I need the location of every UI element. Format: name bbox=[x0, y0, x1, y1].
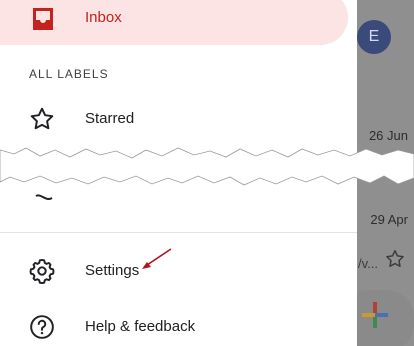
drawer-item-help[interactable]: Help & feedback bbox=[0, 304, 357, 346]
drawer-item-starred-label: Starred bbox=[85, 110, 135, 127]
drawer-item-inbox-label: Inbox bbox=[85, 9, 122, 26]
annotation-arrow-icon bbox=[142, 248, 172, 269]
drawer-item-starred[interactable]: Starred bbox=[0, 96, 357, 142]
gear-icon bbox=[29, 258, 55, 284]
torn-edge-separator bbox=[0, 147, 414, 186]
inbox-icon bbox=[33, 8, 53, 30]
drawer-item-help-label: Help & feedback bbox=[85, 318, 196, 335]
account-avatar[interactable]: E bbox=[357, 20, 391, 54]
avatar-letter: E bbox=[368, 28, 380, 45]
partial-item-icon bbox=[35, 194, 53, 200]
email-date: 29 Apr bbox=[370, 212, 408, 227]
drawer-divider bbox=[0, 232, 357, 233]
help-icon bbox=[30, 315, 54, 339]
email-snippet: /v... bbox=[358, 256, 378, 271]
compose-plus-icon bbox=[362, 302, 388, 328]
star-icon bbox=[30, 107, 54, 130]
drawer-item-settings-label: Settings bbox=[85, 262, 140, 279]
star-icon[interactable] bbox=[384, 248, 406, 270]
drawer-item-settings[interactable]: Settings bbox=[0, 248, 357, 294]
all-labels-heading: ALL LABELS bbox=[29, 67, 109, 81]
